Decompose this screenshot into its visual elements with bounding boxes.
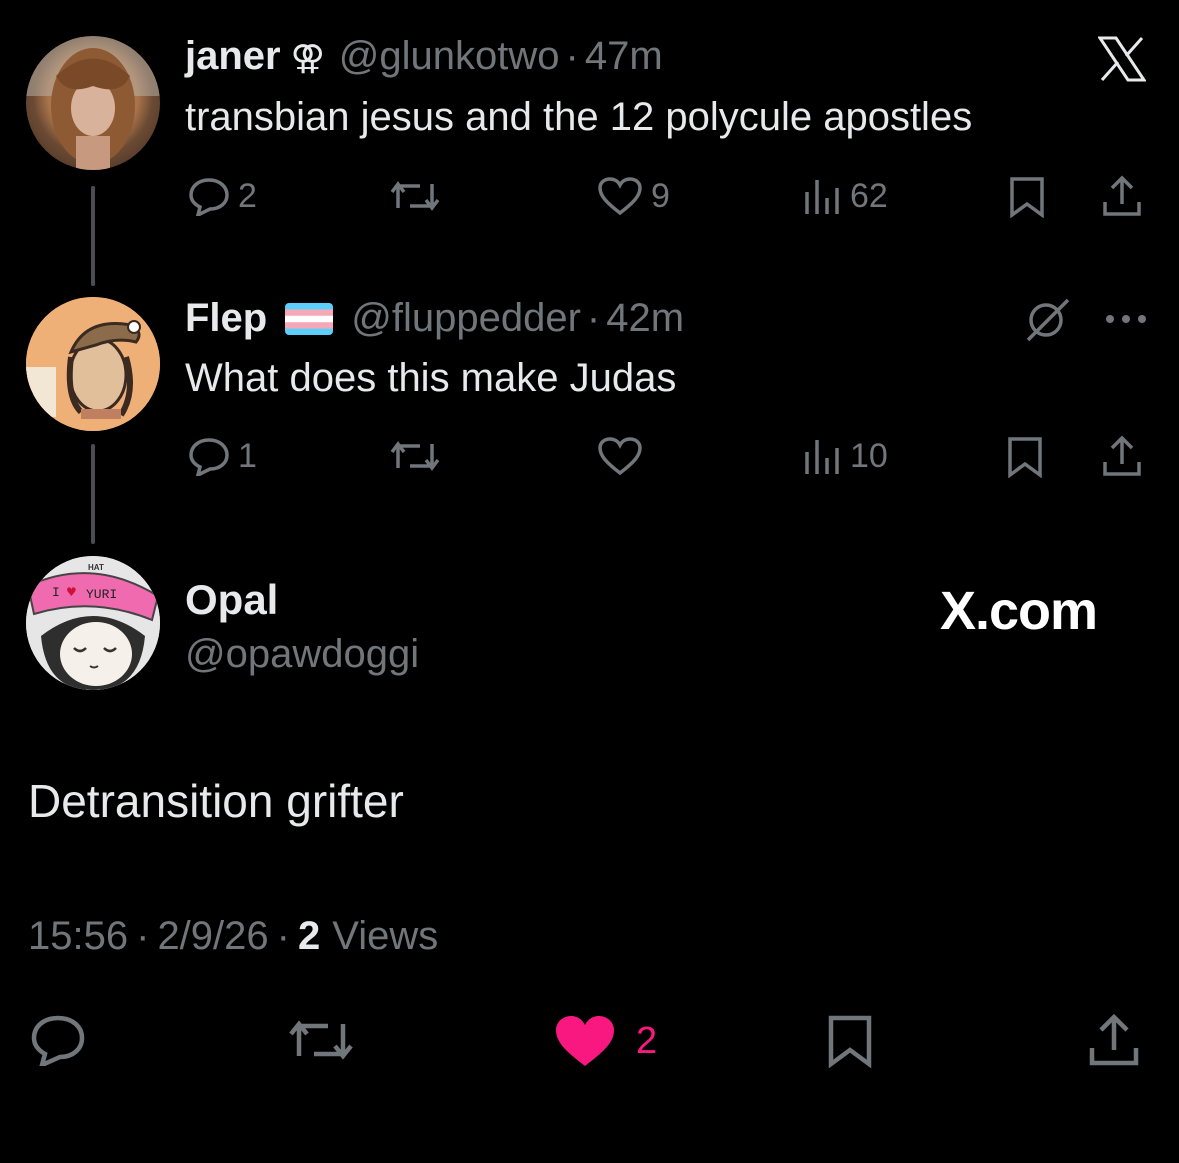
separator: · bbox=[565, 34, 579, 78]
avatar-text-top: HAT bbox=[88, 563, 104, 572]
reply-count: 2 bbox=[238, 176, 257, 215]
author-name[interactable]: Opal bbox=[185, 576, 278, 624]
venus-emoji-icon: ⚢ bbox=[290, 38, 325, 78]
avatar-flep[interactable] bbox=[26, 297, 160, 431]
trans-flag-icon bbox=[285, 302, 334, 335]
views-label: Views bbox=[332, 914, 439, 958]
tweet-meta: 15:56 · 2/9/26 · 2 Views bbox=[28, 914, 438, 959]
reply-icon bbox=[31, 1015, 85, 1069]
tweet-text: What does this make Judas bbox=[185, 356, 677, 400]
post-date[interactable]: 2/9/26 bbox=[157, 914, 268, 959]
separator: · bbox=[586, 296, 601, 340]
reply-count: 1 bbox=[238, 436, 257, 475]
separator: · bbox=[136, 914, 150, 958]
bookmark-button[interactable] bbox=[1008, 176, 1046, 223]
avatar-text-right: YURI bbox=[86, 587, 117, 602]
tweet-text: transbian jesus and the 12 polycule apos… bbox=[185, 95, 973, 139]
reply-button[interactable]: 2 bbox=[188, 176, 257, 216]
reply-button[interactable] bbox=[30, 1014, 86, 1071]
like-button[interactable]: 2 bbox=[554, 1014, 657, 1068]
bookmark-button[interactable] bbox=[1006, 436, 1044, 483]
reply-button[interactable]: 1 bbox=[188, 436, 257, 476]
author-name[interactable]: janer bbox=[185, 34, 281, 79]
share-icon bbox=[1103, 435, 1141, 476]
bookmark-icon bbox=[1008, 437, 1042, 479]
grok-icon[interactable] bbox=[1024, 296, 1072, 349]
avatar-heart: ♥ bbox=[66, 585, 77, 599]
views-icon bbox=[805, 440, 839, 474]
views-count: 62 bbox=[850, 176, 888, 215]
separator: · bbox=[276, 914, 290, 958]
retweet-button[interactable] bbox=[286, 1016, 356, 1069]
avatar-text-left: I bbox=[52, 585, 60, 600]
post-time[interactable]: 15:56 bbox=[28, 914, 128, 959]
reply-icon bbox=[189, 178, 229, 216]
avatar-opal[interactable]: HAT I ♥ YURI bbox=[26, 556, 160, 690]
author-name[interactable]: Flep bbox=[185, 296, 267, 341]
avatar-janer[interactable] bbox=[26, 36, 160, 170]
heart-icon bbox=[598, 437, 642, 476]
like-button[interactable] bbox=[597, 436, 643, 476]
views-button[interactable]: 10 bbox=[802, 436, 888, 476]
main-tweet-text: Detransition grifter bbox=[28, 775, 404, 827]
views-count: 10 bbox=[850, 436, 888, 475]
author-handle[interactable]: @glunkotwo bbox=[339, 34, 560, 79]
tweet-header: janer ⚢ @glunkotwo · 47m bbox=[185, 34, 663, 79]
bookmark-icon bbox=[1010, 177, 1044, 219]
author-handle[interactable]: @opawdoggi bbox=[185, 632, 419, 677]
share-icon bbox=[1103, 175, 1141, 216]
like-count: 9 bbox=[651, 176, 670, 215]
bookmark-icon bbox=[828, 1015, 872, 1069]
more-options-icon[interactable] bbox=[1104, 312, 1148, 330]
watermark: X.com bbox=[940, 581, 1098, 641]
thread-line bbox=[91, 444, 95, 544]
views-button[interactable]: 62 bbox=[802, 176, 888, 216]
timestamp[interactable]: 47m bbox=[585, 34, 663, 79]
like-button[interactable]: 9 bbox=[597, 176, 670, 216]
heart-icon bbox=[598, 177, 642, 216]
retweet-button[interactable] bbox=[388, 178, 442, 214]
heart-filled-icon bbox=[556, 1016, 614, 1066]
tweet-header: Flep @fluppedder · 42m bbox=[185, 296, 684, 341]
timestamp[interactable]: 42m bbox=[606, 296, 684, 341]
retweet-icon bbox=[289, 1020, 353, 1060]
views-count: 2 bbox=[297, 914, 321, 958]
bookmark-button[interactable] bbox=[826, 1014, 874, 1073]
retweet-icon bbox=[390, 181, 440, 211]
views-icon bbox=[805, 180, 839, 214]
reply-icon bbox=[189, 438, 229, 476]
retweet-button[interactable] bbox=[388, 438, 442, 474]
share-button[interactable] bbox=[1100, 174, 1144, 223]
thread-line bbox=[91, 186, 95, 286]
share-button[interactable] bbox=[1100, 434, 1144, 483]
share-button[interactable] bbox=[1086, 1012, 1142, 1073]
author-handle[interactable]: @fluppedder bbox=[351, 296, 581, 341]
retweet-icon bbox=[390, 441, 440, 471]
like-count: 2 bbox=[636, 1019, 658, 1062]
share-icon bbox=[1089, 1013, 1139, 1066]
x-logo-icon[interactable] bbox=[1097, 36, 1147, 87]
